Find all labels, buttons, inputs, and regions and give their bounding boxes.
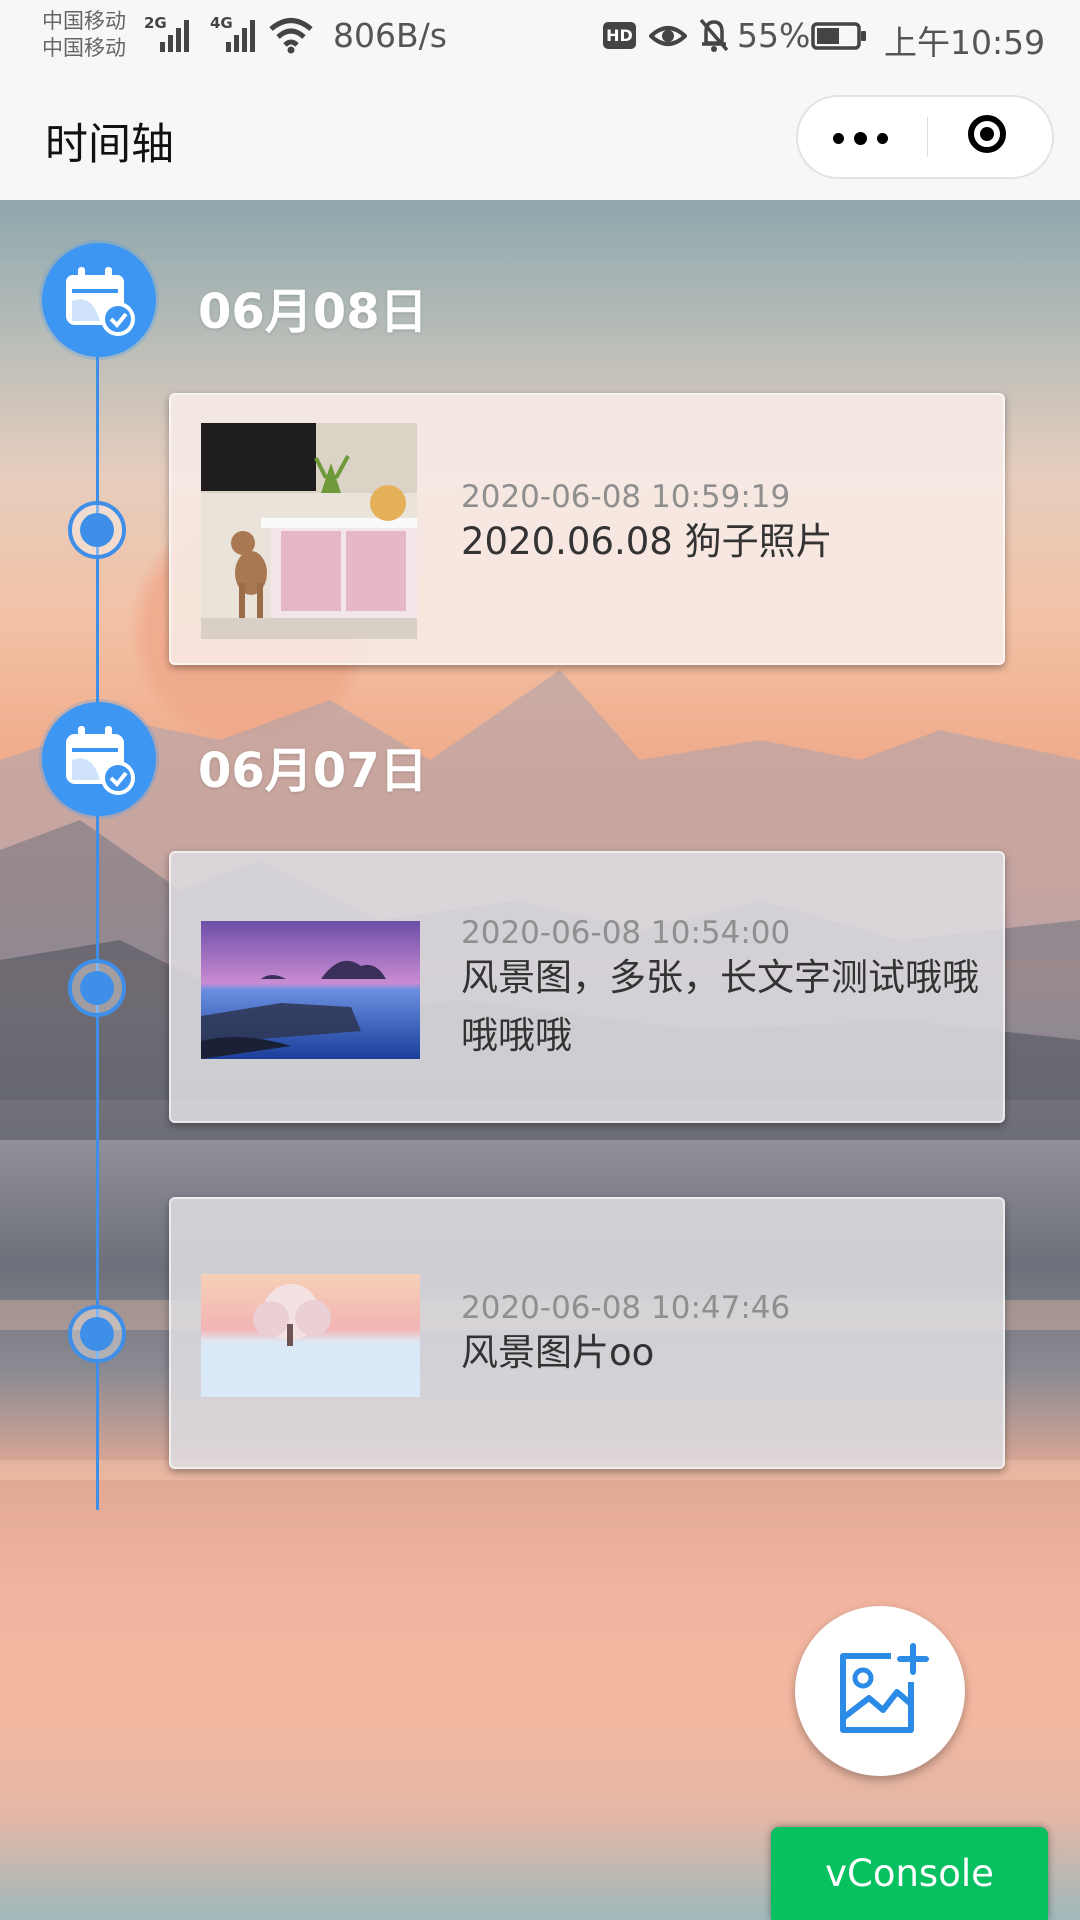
eye-icon <box>649 26 687 46</box>
snow-tree-photo[interactable] <box>201 1274 420 1397</box>
clock: 上午10:59 <box>884 23 1046 62</box>
entry-time: 2020-06-08 10:54:00 <box>461 915 791 951</box>
more-button[interactable] <box>798 97 926 177</box>
entry-text: 风景图片oo <box>461 1331 655 1374</box>
hd-icon: HD <box>603 22 636 49</box>
entry-text: 风景图，多张，长文字测试哦哦哦哦哦 <box>461 956 979 1057</box>
date-badge-2 <box>42 702 156 816</box>
carrier-1: 中国移动 <box>42 9 126 33</box>
calendar-check-icon <box>66 726 135 795</box>
page-title: 时间轴 <box>45 120 174 170</box>
wifi-icon <box>269 18 313 54</box>
network-speed: 806B/s <box>333 16 447 55</box>
add-image-icon <box>840 1643 929 1733</box>
nav-bar: 时间轴 <box>0 76 1080 200</box>
date-label-2: 06月07日 <box>198 743 428 799</box>
vconsole-button[interactable]: vConsole <box>771 1827 1048 1920</box>
timeline-node <box>68 501 126 559</box>
date-label-1: 06月08日 <box>198 284 428 340</box>
status-bar: 中国移动 中国移动 2G 4G 806B/s HD 55% 上午10:59 <box>0 0 1080 76</box>
calendar-check-icon <box>66 267 135 336</box>
entry-time: 2020-06-08 10:59:19 <box>461 479 791 515</box>
entry-time: 2020-06-08 10:47:46 <box>461 1290 791 1326</box>
dog-photo[interactable] <box>201 423 417 639</box>
battery-icon <box>811 22 866 50</box>
entry-text: 2020.06.08 狗子照片 <box>461 520 833 563</box>
carrier-names: 中国移动 中国移动 <box>42 8 126 62</box>
carrier-2: 中国移动 <box>42 36 126 60</box>
timeline-card-2[interactable]: 2020-06-08 10:54:00 风景图，多张，长文字测试哦哦哦哦哦 <box>169 851 1005 1123</box>
timeline-card-1[interactable]: 2020-06-08 10:59:19 2020.06.08 狗子照片 <box>169 393 1005 665</box>
mute-bell-icon <box>699 18 729 52</box>
timeline-node <box>68 1305 126 1363</box>
landscape-lake-photo[interactable] <box>201 921 420 1059</box>
close-miniprogram-button[interactable] <box>928 97 1052 177</box>
timeline-node <box>68 959 126 1017</box>
miniprogram-capsule <box>796 95 1054 179</box>
add-image-button[interactable] <box>795 1606 965 1776</box>
battery-percent: 55% <box>737 16 811 55</box>
timeline-card-3[interactable]: 2020-06-08 10:47:46 风景图片oo <box>169 1197 1005 1469</box>
date-badge-1 <box>42 243 156 357</box>
